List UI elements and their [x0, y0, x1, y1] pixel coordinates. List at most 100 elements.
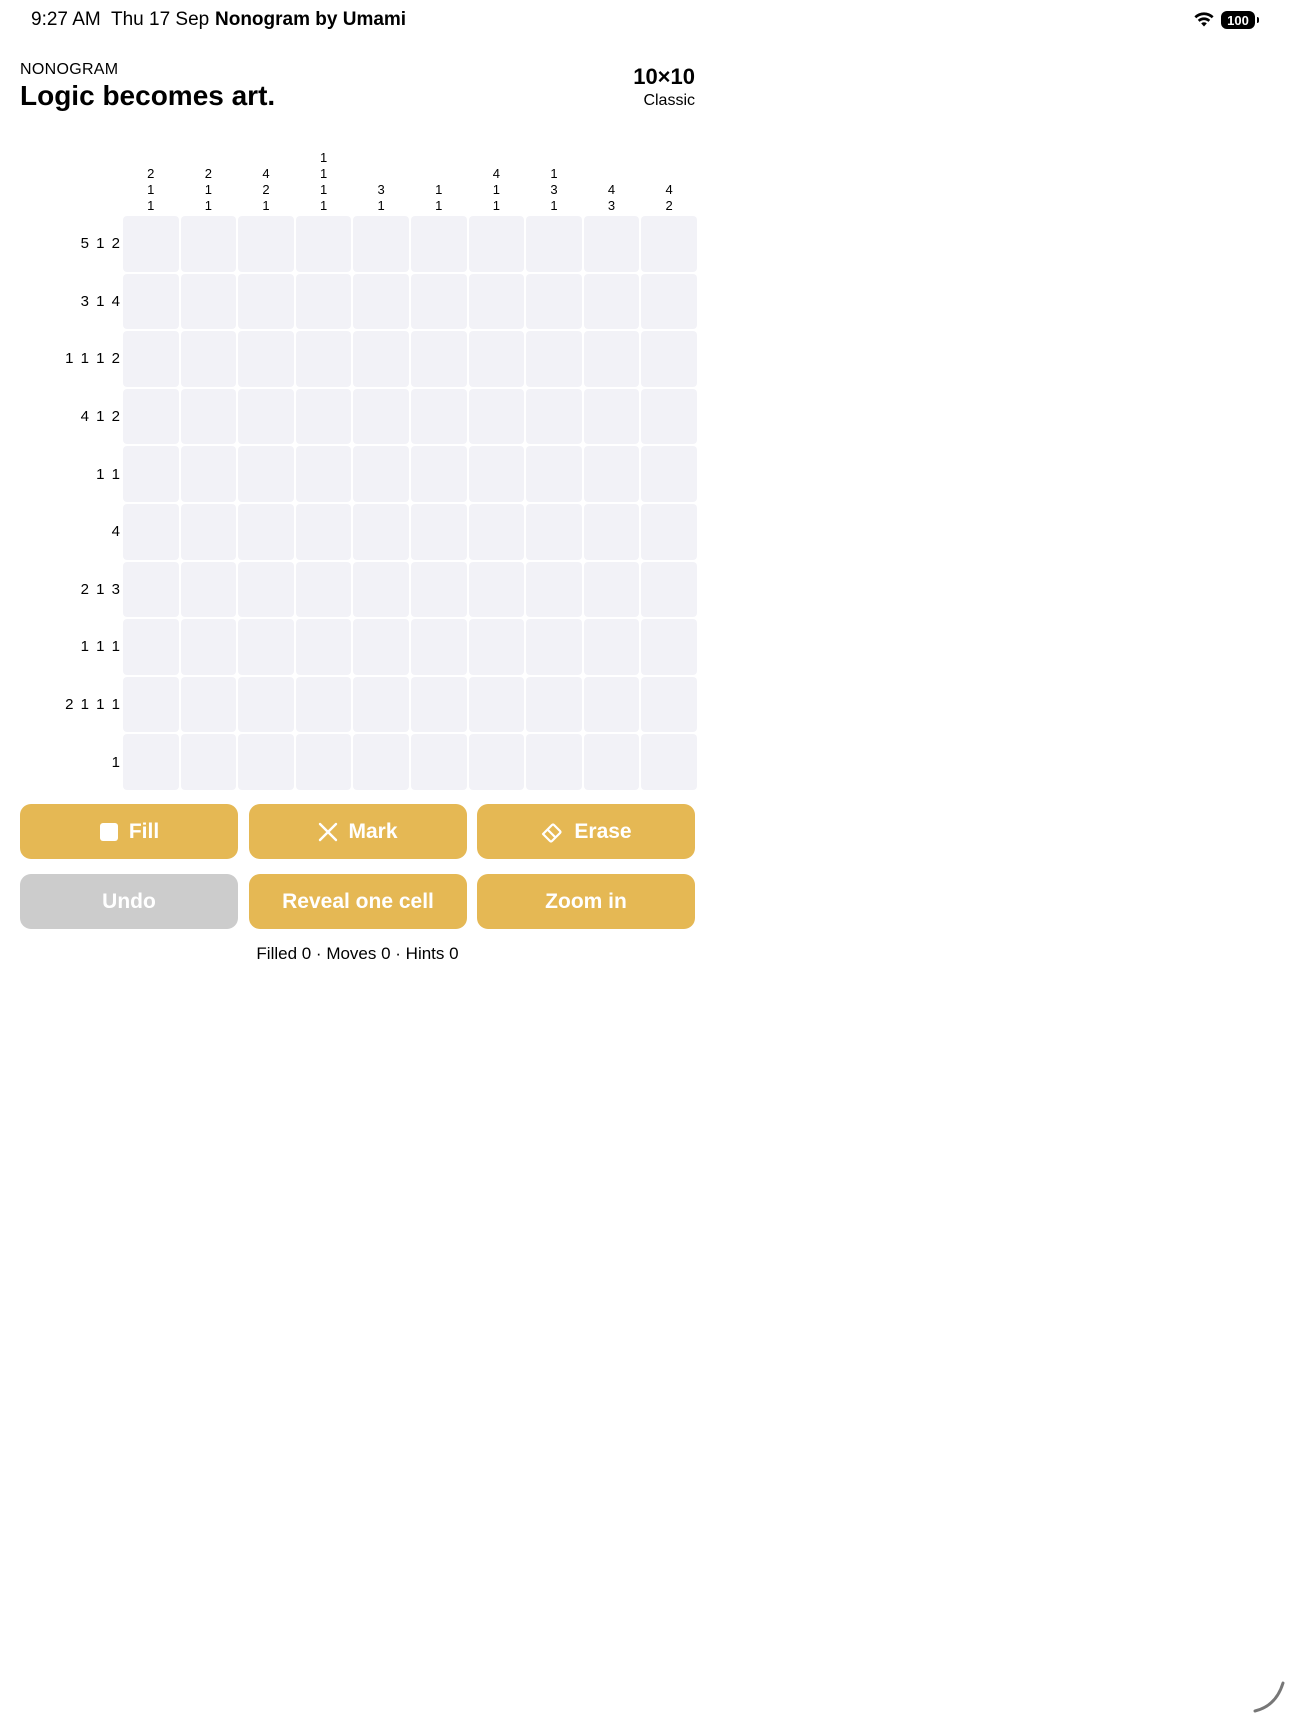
grid-cell[interactable] — [123, 216, 179, 272]
grid-cell[interactable] — [353, 446, 409, 502]
grid-cell[interactable] — [526, 388, 582, 445]
grid-cell[interactable] — [353, 619, 409, 675]
grid-cell[interactable] — [526, 503, 582, 560]
grid-cell[interactable] — [526, 561, 582, 618]
grid-cell[interactable] — [238, 503, 294, 560]
grid-cell[interactable] — [123, 331, 179, 387]
grid-cell[interactable] — [641, 734, 697, 790]
grid-cell[interactable] — [641, 273, 697, 330]
grid-cell[interactable] — [295, 216, 352, 272]
grid-cell[interactable] — [238, 446, 294, 502]
grid-cell[interactable] — [238, 388, 294, 445]
grid-cell[interactable] — [410, 216, 467, 272]
grid-cell[interactable] — [641, 331, 697, 387]
grid-cell[interactable] — [468, 388, 525, 445]
grid-cell[interactable] — [468, 331, 525, 387]
grid-cell[interactable] — [123, 676, 179, 733]
grid-cell[interactable] — [238, 273, 294, 330]
grid-cell[interactable] — [238, 561, 294, 618]
grid-cell[interactable] — [526, 734, 582, 790]
grid-cell[interactable] — [468, 676, 525, 733]
grid-cell[interactable] — [180, 273, 237, 330]
grid-cell[interactable] — [180, 331, 237, 387]
grid-cell[interactable] — [526, 273, 582, 330]
grid-cell[interactable] — [526, 216, 582, 272]
grid-cell[interactable] — [583, 331, 640, 387]
grid-cell[interactable] — [641, 503, 697, 560]
grid-cell[interactable] — [180, 503, 237, 560]
puzzle-grid[interactable] — [123, 216, 697, 790]
grid-cell[interactable] — [123, 561, 179, 618]
grid-cell[interactable] — [583, 388, 640, 445]
grid-cell[interactable] — [180, 561, 237, 618]
grid-cell[interactable] — [583, 734, 640, 790]
undo-button[interactable]: Undo — [20, 874, 238, 929]
grid-cell[interactable] — [180, 734, 237, 790]
grid-cell[interactable] — [180, 676, 237, 733]
grid-cell[interactable] — [123, 503, 179, 560]
grid-cell[interactable] — [410, 388, 467, 445]
zoom-in-button[interactable]: Zoom in — [477, 874, 695, 929]
fill-button[interactable]: Fill — [20, 804, 238, 859]
grid-cell[interactable] — [468, 216, 525, 272]
grid-cell[interactable] — [526, 619, 582, 675]
grid-cell[interactable] — [295, 676, 352, 733]
grid-cell[interactable] — [468, 619, 525, 675]
grid-cell[interactable] — [123, 734, 179, 790]
grid-cell[interactable] — [468, 273, 525, 330]
grid-cell[interactable] — [295, 561, 352, 618]
grid-cell[interactable] — [410, 561, 467, 618]
grid-cell[interactable] — [295, 734, 352, 790]
grid-cell[interactable] — [238, 676, 294, 733]
grid-cell[interactable] — [295, 388, 352, 445]
grid-cell[interactable] — [410, 676, 467, 733]
grid-cell[interactable] — [410, 503, 467, 560]
grid-cell[interactable] — [180, 216, 237, 272]
grid-cell[interactable] — [641, 676, 697, 733]
grid-cell[interactable] — [468, 561, 525, 618]
grid-cell[interactable] — [295, 503, 352, 560]
mark-button[interactable]: Mark — [249, 804, 467, 859]
grid-cell[interactable] — [353, 503, 409, 560]
grid-cell[interactable] — [123, 273, 179, 330]
grid-cell[interactable] — [353, 273, 409, 330]
grid-cell[interactable] — [238, 216, 294, 272]
grid-cell[interactable] — [180, 446, 237, 502]
grid-cell[interactable] — [641, 619, 697, 675]
grid-cell[interactable] — [295, 619, 352, 675]
grid-cell[interactable] — [353, 561, 409, 618]
grid-cell[interactable] — [641, 561, 697, 618]
grid-cell[interactable] — [526, 446, 582, 502]
grid-cell[interactable] — [410, 446, 467, 502]
grid-cell[interactable] — [295, 446, 352, 502]
grid-cell[interactable] — [583, 273, 640, 330]
grid-cell[interactable] — [583, 503, 640, 560]
grid-cell[interactable] — [180, 619, 237, 675]
grid-cell[interactable] — [123, 619, 179, 675]
grid-cell[interactable] — [353, 216, 409, 272]
grid-cell[interactable] — [410, 734, 467, 790]
grid-cell[interactable] — [123, 446, 179, 502]
grid-cell[interactable] — [353, 734, 409, 790]
grid-cell[interactable] — [295, 331, 352, 387]
reveal-cell-button[interactable]: Reveal one cell — [249, 874, 467, 929]
grid-cell[interactable] — [526, 676, 582, 733]
grid-cell[interactable] — [468, 503, 525, 560]
grid-cell[interactable] — [410, 619, 467, 675]
grid-cell[interactable] — [641, 388, 697, 445]
grid-cell[interactable] — [123, 388, 179, 445]
grid-cell[interactable] — [353, 676, 409, 733]
grid-cell[interactable] — [641, 446, 697, 502]
grid-cell[interactable] — [583, 446, 640, 502]
grid-cell[interactable] — [641, 216, 697, 272]
grid-cell[interactable] — [526, 331, 582, 387]
grid-cell[interactable] — [180, 388, 237, 445]
grid-cell[interactable] — [353, 331, 409, 387]
grid-cell[interactable] — [295, 273, 352, 330]
grid-cell[interactable] — [583, 619, 640, 675]
grid-cell[interactable] — [238, 331, 294, 387]
grid-cell[interactable] — [410, 331, 467, 387]
grid-cell[interactable] — [583, 216, 640, 272]
grid-cell[interactable] — [583, 676, 640, 733]
erase-button[interactable]: Erase — [477, 804, 695, 859]
